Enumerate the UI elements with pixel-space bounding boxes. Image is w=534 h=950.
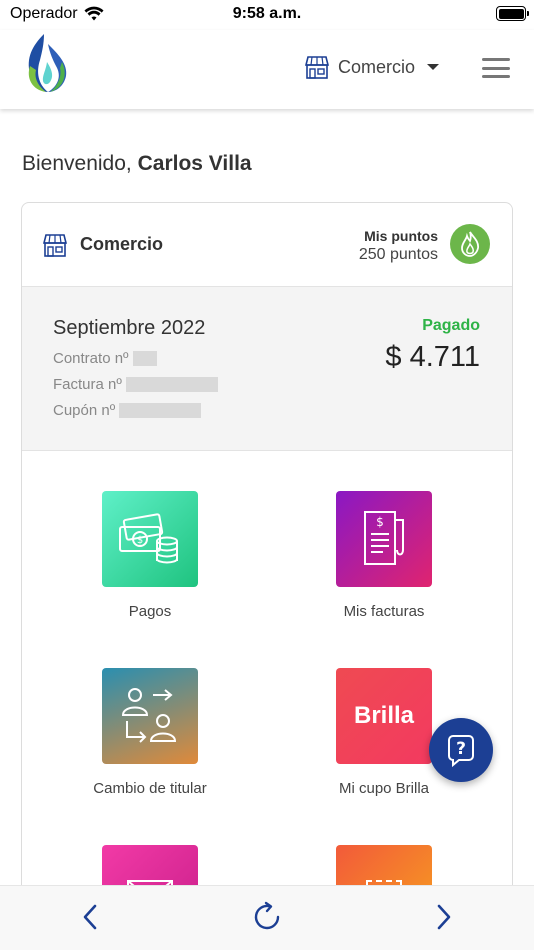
brilla-logo-icon: Brilla [336, 668, 432, 764]
coupon-row: Cupón nº [53, 402, 202, 419]
selector-label: Comercio [338, 56, 416, 77]
app-header: Comercio [0, 30, 534, 109]
help-button[interactable]: ? [429, 718, 493, 782]
account-card: Comercio Mis puntos 250 puntos Septiembr… [21, 202, 513, 950]
menu-line [482, 58, 510, 61]
contract-row: Contrato nº [53, 350, 157, 367]
bill-month: Septiembre 2022 [53, 317, 206, 339]
tile-label: Pagos [128, 603, 172, 620]
svg-text:$: $ [376, 515, 384, 529]
tile-label: Mis facturas [343, 603, 425, 620]
back-icon[interactable] [79, 902, 101, 932]
redacted-value [119, 403, 202, 418]
points-title: Mis puntos [364, 228, 438, 244]
brilla-logo-text: Brilla [353, 702, 415, 729]
refresh-icon[interactable] [250, 900, 284, 934]
invoice-label: Factura nº [53, 376, 122, 393]
coupon-label: Cupón nº [53, 402, 116, 419]
svg-text:$: $ [137, 535, 143, 546]
redacted-value [132, 351, 157, 366]
tile-label: Mi cupo Brilla [338, 780, 430, 797]
bottom-navigation [0, 885, 534, 950]
menu-line [482, 66, 510, 70]
tile-label: Cambio de titular [93, 780, 207, 797]
help-icon: ? [448, 735, 474, 768]
points-value: 250 puntos [358, 246, 438, 263]
welcome-message: Bienvenido, Carlos Villa [22, 152, 252, 176]
points-badge[interactable] [450, 224, 490, 264]
transfer-icon [102, 668, 198, 764]
invoice-icon: $ [336, 491, 432, 587]
store-icon [42, 234, 68, 257]
user-name: Carlos Villa [137, 152, 252, 175]
bill-amount: $ 4.711 [385, 341, 480, 373]
bill-summary[interactable]: Septiembre 2022 Contrato nº Factura nº C… [22, 287, 512, 451]
invoice-row: Factura nº [53, 376, 218, 393]
tile-pagos[interactable]: $ Pagos [40, 491, 260, 620]
svg-text:?: ? [456, 739, 466, 759]
menu-line [482, 75, 510, 78]
money-icon: $ [102, 491, 198, 587]
card-header: Comercio Mis puntos 250 puntos [22, 203, 512, 287]
forward-icon[interactable] [433, 902, 455, 932]
account-type-selector[interactable]: Comercio [304, 54, 440, 80]
payment-status: Pagado [422, 317, 480, 334]
account-type-label: Comercio [80, 234, 164, 254]
redacted-value [125, 377, 218, 392]
contract-label: Contrato nº [53, 350, 129, 367]
clock: 9:58 a.m. [232, 5, 302, 22]
points-summary[interactable]: Mis puntos 250 puntos [359, 228, 438, 264]
battery-icon [496, 6, 529, 21]
store-icon [304, 56, 330, 79]
caret-down-icon [427, 64, 440, 70]
greeting: Bienvenido, [22, 152, 132, 175]
menu-button[interactable] [482, 58, 510, 78]
logo-flame-icon[interactable] [24, 32, 70, 94]
flame-icon [461, 231, 479, 257]
tile-mis-facturas[interactable]: $ Mis facturas [274, 491, 494, 620]
status-bar: Operador 9:58 a.m. [0, 0, 534, 30]
tile-cambio-titular[interactable]: Cambio de titular [40, 668, 260, 797]
